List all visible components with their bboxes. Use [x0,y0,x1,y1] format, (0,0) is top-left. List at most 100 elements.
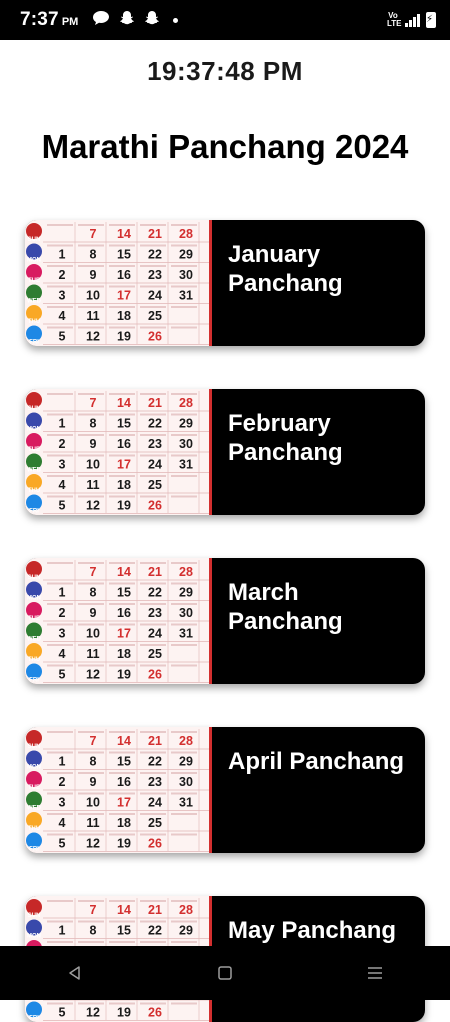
calendar-date: 11 [86,478,99,492]
calendar-date: 24 [148,289,162,303]
calendar-date: 3 [59,796,66,810]
calendar-date: 29 [179,417,193,431]
calendar-date: 4 [59,309,66,323]
day-label: TUE [28,785,40,791]
calendar-date: 2 [59,606,66,620]
calendar-date: 3 [59,289,66,303]
calendar-date: 28 [179,903,193,917]
battery-charging-icon [426,12,436,28]
calendar-date: 29 [179,755,193,769]
calendar-date: 1 [59,417,66,431]
day-label: THU [28,826,40,832]
menu-lines-icon [368,967,382,979]
calendar-date: 12 [86,330,100,344]
month-card-february[interactable]: SUN 7 14 21 28 MON 1 8 15 22 29 TUE 2 9 16 23 30 WED 3 10 17… [25,389,425,515]
calendar-date: 7 [90,227,97,241]
calendar-date: 31 [179,289,193,303]
calendar-date: 14 [117,734,131,748]
recent-apps-button[interactable] [345,946,405,1000]
calendar-thumbnail: SUN7142128MON18152229TUE29162330WED31017… [25,389,212,515]
navigation-bar [0,946,450,1000]
calendar-date: 29 [179,248,193,262]
calendar-date: 21 [148,734,162,748]
calendar-date: 1 [59,755,66,769]
calendar-date: 26 [148,499,162,513]
calendar-date: 11 [86,647,99,661]
calendar-date: 16 [117,268,131,282]
calendar-date: 17 [117,289,131,303]
calendar-date: 22 [148,924,162,938]
calendar-date: 31 [179,627,193,641]
day-label: MON [27,934,41,940]
calendar-date: 2 [59,437,66,451]
calendar-date: 18 [117,816,131,830]
calendar-date: 21 [148,227,162,241]
day-label: MON [27,427,41,433]
calendar-date: 31 [179,458,193,472]
calendar-date: 24 [148,796,162,810]
calendar-date: 19 [117,837,131,851]
calendar-date: 2 [59,268,66,282]
day-label: FRI [29,847,39,853]
calendar-date: 14 [117,903,131,917]
calendar-date: 8 [90,586,97,600]
snapchat-icon [119,10,135,30]
calendar-date: 3 [59,627,66,641]
calendar-thumbnail: SUN7142128MON18152229TUE29162330WED31017… [25,220,212,346]
calendar-date: 8 [90,924,97,938]
day-label: MON [27,596,41,602]
month-label: March Panchang [228,579,343,635]
calendar-date: 28 [179,396,193,410]
calendar-date: 5 [59,499,66,513]
calendar-date: 12 [86,1006,100,1020]
digital-clock: 19:37:48 PM [147,56,303,86]
day-label: MON [27,258,41,264]
calendar-date: 9 [90,606,97,620]
chat-bubble-icon [92,10,110,30]
day-label: SUN [28,744,41,750]
month-label: April Panchang [228,748,405,775]
day-label: WED [27,468,42,474]
calendar-date: 14 [117,396,131,410]
calendar-date: 23 [148,268,162,282]
calendar-date: 5 [59,668,66,682]
calendar-date: 19 [117,499,131,513]
day-label: FRI [29,678,39,684]
calendar-date: 14 [117,565,131,579]
calendar-thumbnail: SUN7142128MON18152229TUE29162330WED31017… [25,558,212,684]
month-card-january[interactable]: SUN 7 14 21 28 MON 1 8 15 22 29 TUE 2 9 16 23 30 WED 3 10 17… [25,220,425,346]
calendar-date: 7 [90,734,97,748]
calendar-date: 22 [148,248,162,262]
calendar-date: 12 [86,499,100,513]
calendar-date: 12 [86,837,100,851]
calendar-date: 30 [179,606,193,620]
day-label: FRI [29,1016,39,1022]
calendar-date: 29 [179,924,193,938]
day-label: WED [27,299,42,305]
calendar-date: 16 [117,606,131,620]
calendar-date: 31 [179,796,193,810]
month-card-march[interactable]: SUN 7 14 21 28 MON 1 8 15 22 29 TUE 2 9 16 23 30 WED 3 10 17… [25,558,425,684]
calendar-date: 18 [117,309,131,323]
calendar-date: 19 [117,330,131,344]
calendar-thumbnail: SUN7142128MON18152229TUE29162330WED31017… [25,727,212,853]
calendar-date: 21 [148,903,162,917]
back-button[interactable] [45,946,105,1000]
day-label: SUN [28,913,41,919]
page-title: Marathi Panchang 2024 [41,128,409,165]
calendar-date: 7 [90,903,97,917]
calendar-date: 10 [86,458,100,472]
day-label: MON [27,765,41,771]
calendar-date: 24 [148,458,162,472]
month-card-april[interactable]: SUN 7 14 21 28 MON 1 8 15 22 29 TUE 2 9 16 23 30 WED 3 10 17… [25,727,425,853]
calendar-date: 21 [148,396,162,410]
calendar-date: 25 [148,309,162,323]
day-label: WED [27,637,42,643]
calendar-date: 18 [117,478,131,492]
day-label: TUE [28,447,40,453]
calendar-date: 5 [59,837,66,851]
home-button[interactable] [195,946,255,1000]
calendar-date: 7 [90,565,97,579]
day-label: THU [28,657,40,663]
calendar-date: 9 [90,437,97,451]
